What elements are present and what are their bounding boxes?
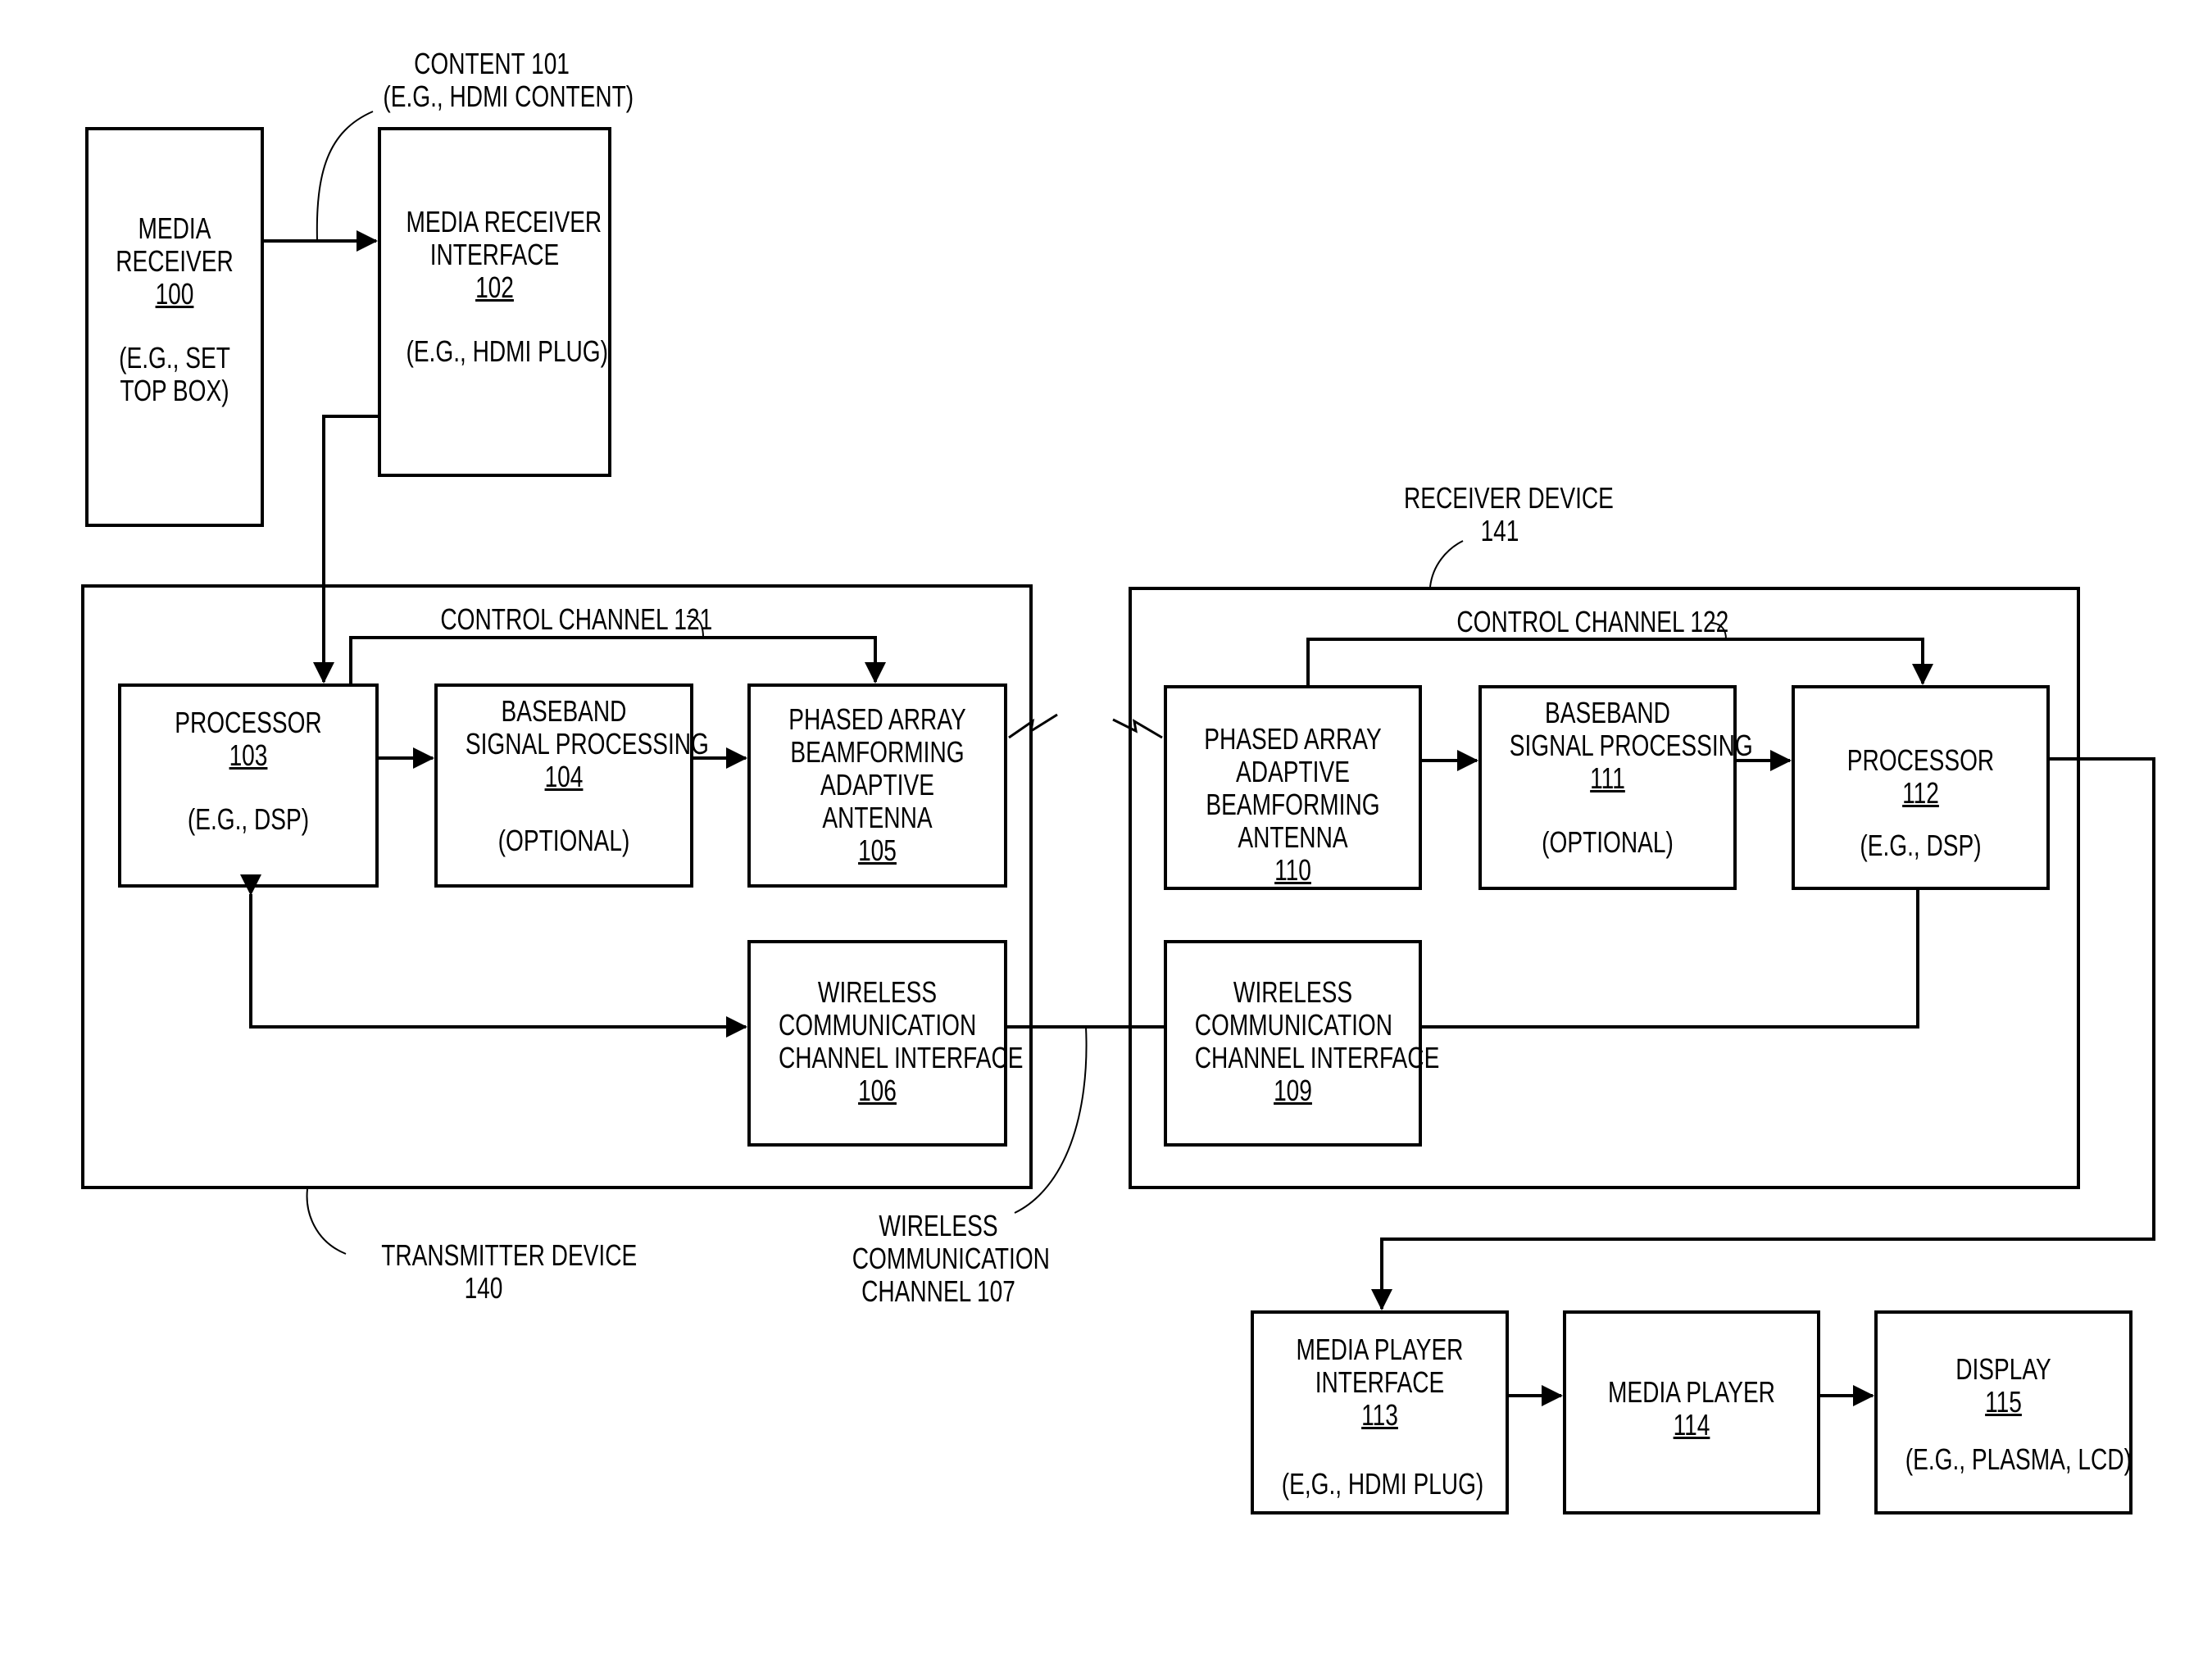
block-ref-number: 103 (229, 738, 268, 772)
block-title-line: RECEIVER (116, 244, 234, 278)
block-ref-number: 112 (1902, 776, 1939, 810)
annotation-line: 141 (1480, 514, 1519, 547)
block-title-line: SIGNAL PROCESSING (465, 727, 709, 761)
receiver-device-141-label: RECEIVER DEVICE 141 (1404, 481, 1614, 547)
annotation-line: 140 (464, 1271, 503, 1305)
block-ref-number: 113 (1361, 1398, 1398, 1432)
block-ref-number: 109 (1274, 1074, 1312, 1107)
block-ref-number: 110 (1274, 853, 1311, 887)
block-example-line: (OPTIONAL) (497, 824, 630, 857)
annotation-line: (E.G., HDMI CONTENT) (383, 79, 634, 113)
block-ref-number: 105 (858, 833, 897, 867)
annotation-line: COMMUNICATION (852, 1242, 1050, 1275)
annotation-line: TRANSMITTER DEVICE (381, 1238, 638, 1272)
block-title-line: ADAPTIVE (1236, 755, 1350, 788)
annotation-line: RECEIVER DEVICE (1404, 481, 1614, 515)
phased-array-105-block: PHASED ARRAY BEAMFORMING ADAPTIVE ANTENN… (747, 683, 1007, 888)
control-channel-122-label: CONTROL CHANNEL 122 (1456, 605, 1729, 638)
block-example-line: (E.G., PLASMA, LCD) (1905, 1442, 2132, 1476)
block-title-line: PROCESSOR (1846, 743, 1995, 777)
transmitter-device-140-label: TRANSMITTER DEVICE 140 (381, 1238, 638, 1305)
block-title-line: BASEBAND (501, 694, 627, 728)
block-title-line: ANTENNA (1238, 820, 1348, 854)
block-title-line: WIRELESS (817, 975, 938, 1009)
block-title-line: DISPLAY (1955, 1352, 2051, 1386)
block-title-line: BEAMFORMING (1206, 788, 1380, 821)
leader-content-101 (316, 111, 374, 242)
block-ref-number: 102 (475, 270, 514, 304)
leader-transmitter-140 (306, 1188, 347, 1255)
wireless-interface-106-block: WIRELESS COMMUNICATION CHANNEL INTERFACE… (747, 940, 1024, 1147)
block-title-line: COMMUNICATION (778, 1008, 977, 1042)
processor-103-block: PROCESSOR 103 (E.G., DSP) (118, 683, 379, 888)
control-channel-121-label: CONTROL CHANNEL 121 (440, 602, 713, 636)
annotation-line: CHANNEL 107 (861, 1274, 1015, 1308)
block-example-line: (E,G., HDMI PLUG) (1281, 1467, 1484, 1501)
wireless-interface-109-block: WIRELESS COMMUNICATION CHANNEL INTERFACE… (1164, 940, 1440, 1147)
block-example-line: TOP BOX) (120, 374, 229, 407)
phased-array-110-block: PHASED ARRAY ADAPTIVE BEAMFORMING ANTENN… (1164, 685, 1422, 890)
block-title-line: MEDIA (138, 211, 211, 245)
block-title-line: BASEBAND (1545, 696, 1670, 729)
media-receiver-block: MEDIA RECEIVER 100 (E.G., SET TOP BOX) (85, 127, 264, 527)
wireless-channel-107-label: WIRELESS COMMUNICATION CHANNEL 107 (852, 1209, 1050, 1308)
block-title-line: MEDIA PLAYER (1608, 1375, 1775, 1409)
leader-receiver-141 (1429, 540, 1464, 588)
block-ref-number: 106 (858, 1074, 897, 1107)
block-title-line: CHANNEL INTERFACE (778, 1041, 1024, 1074)
baseband-111-block: BASEBAND SIGNAL PROCESSING 111 (OPTIONAL… (1478, 685, 1753, 890)
block-title-line: PHASED ARRAY (788, 702, 966, 736)
annotation-line: CONTENT 101 (414, 47, 570, 80)
annotation-line: WIRELESS (879, 1209, 998, 1242)
block-example-line: (OPTIONAL) (1542, 825, 1674, 859)
processor-112-block: PROCESSOR 112 (E.G., DSP) (1792, 685, 2050, 890)
block-title-line: INTERFACE (429, 238, 560, 271)
media-player-interface-block: MEDIA PLAYER INTERFACE 113 (E,G., HDMI P… (1251, 1310, 1509, 1514)
block-title-line: ADAPTIVE (820, 768, 934, 802)
block-title-line: CHANNEL INTERFACE (1194, 1041, 1440, 1074)
block-example-line: (E.G., DSP) (187, 802, 310, 836)
display-block: DISPLAY 115 (E.G., PLASMA, LCD) (1874, 1310, 2133, 1514)
block-ref-number: 104 (544, 760, 584, 793)
block-title-line: ANTENNA (822, 801, 933, 834)
block-example-line: (E.G., DSP) (1860, 829, 1982, 862)
block-ref-number: 100 (155, 277, 194, 311)
block-title-line: PROCESSOR (175, 706, 322, 739)
block-ref-number: 114 (1673, 1408, 1710, 1442)
block-title-line: MEDIA RECEIVER (406, 205, 602, 238)
block-example-line: (E.G., SET (119, 341, 230, 375)
block-title-line: PHASED ARRAY (1204, 722, 1382, 756)
block-ref-number: 111 (1590, 761, 1625, 795)
baseband-104-block: BASEBAND SIGNAL PROCESSING 104 (OPTIONAL… (434, 683, 709, 888)
block-title-line: MEDIA PLAYER (1296, 1333, 1464, 1366)
block-title-line: INTERFACE (1315, 1365, 1445, 1399)
block-title-line: WIRELESS (1233, 975, 1353, 1009)
block-example-line: (E.G., HDMI PLUG) (406, 334, 608, 368)
block-title-line: COMMUNICATION (1194, 1008, 1393, 1042)
content-101-label: CONTENT 101 (E.G., HDMI CONTENT) (383, 47, 634, 113)
block-title-line: SIGNAL PROCESSING (1509, 729, 1753, 762)
block-title-line: BEAMFORMING (790, 735, 965, 769)
media-player-block: MEDIA PLAYER 114 (1563, 1310, 1820, 1514)
media-receiver-interface-block: MEDIA RECEIVER INTERFACE 102 (E.G., HDMI… (378, 127, 611, 477)
block-ref-number: 115 (1985, 1385, 2022, 1419)
